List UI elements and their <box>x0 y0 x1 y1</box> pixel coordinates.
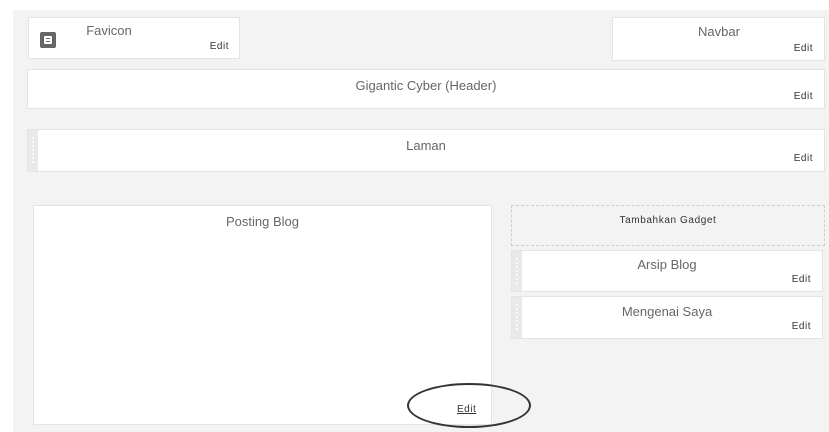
about-widget: Mengenai Saya Edit <box>511 296 823 339</box>
about-title: Mengenai Saya <box>621 304 713 319</box>
pages-widget: Laman Edit <box>27 129 825 172</box>
blog-posts-edit-link[interactable]: Edit <box>457 404 476 415</box>
navbar-title: Navbar <box>698 24 740 39</box>
header-title: Gigantic Cyber (Header) <box>355 78 497 93</box>
favicon-title: Favicon <box>86 23 132 38</box>
pages-title: Laman <box>406 138 446 153</box>
blog-posts-widget: Posting Blog Edit <box>33 205 492 425</box>
pages-edit-link[interactable]: Edit <box>794 153 813 164</box>
archive-widget: Arsip Blog Edit <box>511 250 823 292</box>
blog-posts-title: Posting Blog <box>226 214 299 229</box>
about-edit-link[interactable]: Edit <box>792 321 811 332</box>
favicon-edit-link[interactable]: Edit <box>210 41 229 52</box>
navbar-widget: Navbar Edit <box>612 17 825 61</box>
add-gadget-button[interactable]: Tambahkan Gadget <box>511 205 825 246</box>
header-edit-link[interactable]: Edit <box>794 91 813 102</box>
add-gadget-label: Tambahkan Gadget <box>619 215 717 226</box>
favicon-widget: Favicon Edit <box>28 17 240 59</box>
archive-edit-link[interactable]: Edit <box>792 274 811 285</box>
header-widget: Gigantic Cyber (Header) Edit <box>27 69 825 109</box>
archive-title: Arsip Blog <box>637 257 697 272</box>
navbar-edit-link[interactable]: Edit <box>794 43 813 54</box>
